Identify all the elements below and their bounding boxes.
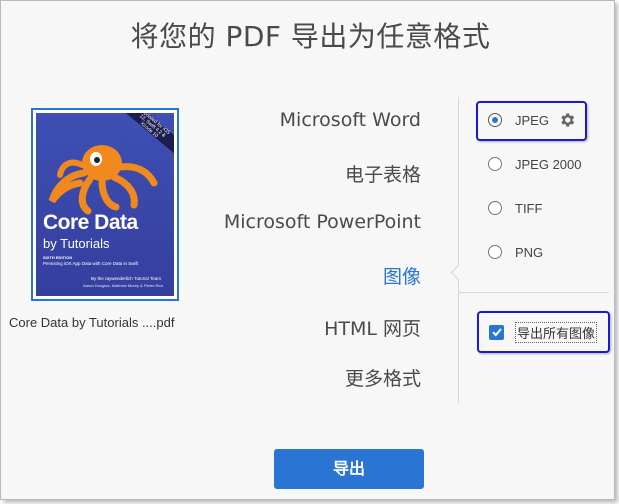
page-title: 将您的 PDF 导出为任意格式 bbox=[130, 20, 491, 53]
format-microsoft-word[interactable]: Microsoft Word bbox=[280, 109, 421, 131]
cover-title: Core Data bbox=[43, 211, 138, 234]
tiff-label: TIFF bbox=[515, 200, 543, 216]
selection-pointer bbox=[450, 264, 467, 281]
vertical-divider bbox=[458, 97, 459, 403]
jpeg-label: JPEG bbox=[515, 112, 549, 128]
option-jpeg-2000[interactable]: JPEG 2000 bbox=[488, 154, 582, 174]
export-dialog: 将您的 PDF 导出为任意格式 Updated for iOS 12, Swif… bbox=[0, 0, 615, 500]
gear-icon[interactable] bbox=[558, 111, 576, 129]
format-more-formats[interactable]: 更多格式 bbox=[345, 364, 421, 391]
export-all-images-checkbox[interactable]: 导出所有图像 bbox=[489, 321, 598, 343]
format-microsoft-powerpoint[interactable]: Microsoft PowerPoint bbox=[224, 211, 421, 233]
export-button[interactable]: 导出 bbox=[274, 449, 424, 489]
cover-subtitle: by Tutorials bbox=[43, 236, 110, 251]
horizontal-divider bbox=[459, 292, 609, 293]
format-html-webpage[interactable]: HTML 网页 bbox=[324, 314, 421, 341]
cover-team: By the raywenderlich Tutorial Team bbox=[91, 276, 161, 281]
png-label: PNG bbox=[515, 244, 544, 260]
format-image[interactable]: 图像 bbox=[383, 262, 421, 289]
cover-description: Persisting iOS App Data with Core Data i… bbox=[43, 261, 139, 266]
file-name: Core Data by Tutorials ....pdf bbox=[9, 315, 175, 330]
jpeg-2000-label: JPEG 2000 bbox=[515, 156, 582, 172]
cover-edition: SIXTH EDITION bbox=[43, 255, 73, 260]
png-radio[interactable] bbox=[488, 245, 502, 259]
jpeg-2000-radio[interactable] bbox=[488, 157, 502, 171]
checkbox-checked-icon[interactable] bbox=[489, 324, 504, 340]
cover-authors: Aaron Douglas, Matthew Morey & Pietro Re… bbox=[83, 283, 163, 288]
file-thumbnail[interactable]: Updated for iOS 12, Swift 4.2 & Xcode 10… bbox=[31, 108, 179, 301]
book-cover-image: Updated for iOS 12, Swift 4.2 & Xcode 10… bbox=[36, 113, 174, 296]
tiff-radio[interactable] bbox=[488, 201, 502, 215]
octopus-illustration bbox=[48, 145, 158, 215]
option-jpeg[interactable]: JPEG bbox=[488, 110, 576, 130]
export-all-images-label: 导出所有图像 bbox=[515, 321, 598, 343]
jpeg-radio[interactable] bbox=[488, 113, 502, 127]
option-tiff[interactable]: TIFF bbox=[488, 198, 542, 218]
format-spreadsheet[interactable]: 电子表格 bbox=[345, 160, 421, 187]
option-png[interactable]: PNG bbox=[488, 242, 543, 262]
